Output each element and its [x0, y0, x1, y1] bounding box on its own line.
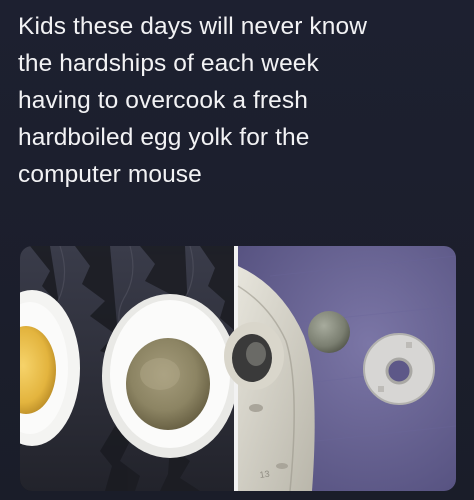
- mouse-ring: [363, 333, 435, 405]
- mouse-ball: [308, 311, 350, 353]
- caption-line-5: computer mouse: [18, 161, 202, 188]
- caption-line-2: the hardships of each week: [18, 50, 319, 77]
- caption-line-3: having to overcook a fresh: [18, 87, 308, 114]
- caption-line-4: hardboiled egg yolk for the: [18, 124, 310, 151]
- egg-photo: [20, 246, 238, 491]
- mouse-embossed-text: 13: [259, 469, 270, 480]
- caption-line-1: Kids these days will never know: [18, 13, 367, 40]
- meme-post: Kids these days will never know the hard…: [0, 0, 474, 500]
- post-image[interactable]: 13: [20, 246, 456, 491]
- post-caption: Kids these days will never know the hard…: [18, 8, 458, 193]
- mouse-photo: 13: [224, 246, 456, 491]
